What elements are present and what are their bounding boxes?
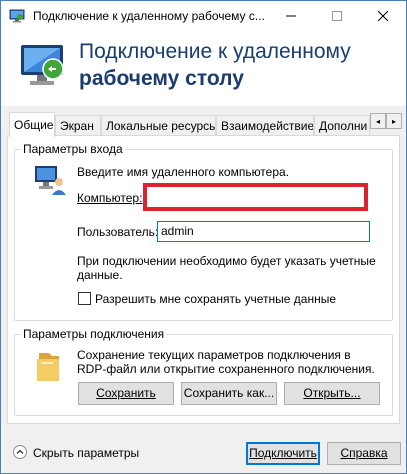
title-bar[interactable]: Подключение к удаленному рабочему с... — [1, 1, 406, 31]
computer-label: Компьютер: — [77, 191, 143, 205]
save-credentials-checkbox[interactable] — [78, 292, 91, 305]
header-banner: Подключение к удаленному рабочему столу — [1, 31, 406, 106]
credentials-note-line1: При подключении необходимо будет указать… — [77, 254, 376, 268]
credentials-note-line2: данные. — [77, 268, 123, 282]
save-credentials-label[interactable]: Разрешить мне сохранять учетные данные — [95, 292, 336, 306]
tab-strip: Общие Экран Локальные ресурсы Взаимодейс… — [1, 106, 406, 138]
save-button[interactable]: Сохранить — [78, 382, 174, 405]
computer-user-icon — [35, 166, 66, 195]
connect-button[interactable]: Подключить — [246, 442, 320, 465]
connection-group-title: Параметры подключения — [21, 327, 167, 341]
help-button-label: Справка — [340, 446, 388, 460]
open-button-label: Открыть... — [303, 386, 361, 400]
rdp-description-line2: RDP-файл или открытие сохраненного подкл… — [77, 362, 375, 376]
general-tab-panel: Параметры входа Введите имя удаленного к… — [7, 135, 400, 424]
tab-experience[interactable]: Взаимодействие — [216, 115, 314, 137]
login-group-title: Параметры входа — [21, 142, 125, 156]
computer-prompt-text: Введите имя удаленного компьютера. — [77, 165, 290, 179]
minimize-icon — [286, 15, 296, 17]
user-label: Пользователь: — [77, 225, 159, 239]
tab-advanced[interactable]: Дополни — [314, 115, 370, 137]
save-button-label: Сохранить — [96, 386, 156, 400]
banner-title-line2: рабочему столу — [79, 67, 244, 90]
window-title: Подключение к удаленному рабочему с... — [33, 9, 265, 23]
close-button[interactable] — [360, 1, 406, 31]
rdp-window: Подключение к удаленному рабочему с... П… — [0, 0, 407, 474]
open-button[interactable]: Открыть... — [284, 382, 380, 405]
tab-scroll-left-button[interactable]: ◂ — [370, 113, 386, 129]
tab-scroll-right-button[interactable]: ▸ — [386, 113, 402, 129]
tab-local-resources[interactable]: Локальные ресурсы — [101, 115, 216, 137]
maximize-icon — [332, 11, 342, 21]
tab-general[interactable]: Общие — [9, 112, 55, 138]
remote-desktop-icon — [9, 9, 25, 23]
chevron-up-icon[interactable] — [13, 445, 27, 459]
minimize-button[interactable] — [268, 1, 314, 31]
save-as-button-label: Сохранить как... — [183, 386, 275, 400]
rdp-description-line1: Сохранение текущих параметров подключени… — [77, 348, 351, 362]
hide-options-link[interactable]: Скрыть параметры — [33, 446, 139, 460]
banner-title-line1: Подключение к удаленному — [79, 40, 351, 63]
connection-settings-group: Параметры подключения Сохранение текущих… — [14, 327, 393, 416]
login-settings-group: Параметры входа Введите имя удаленного к… — [14, 142, 393, 321]
remote-desktop-icon — [21, 45, 64, 85]
connect-button-label: Подключить — [249, 446, 317, 460]
help-button[interactable]: Справка — [327, 442, 401, 465]
computer-field[interactable] — [143, 183, 368, 211]
chevron-right-icon: ▸ — [391, 116, 396, 126]
close-icon — [378, 11, 388, 21]
save-as-button[interactable]: Сохранить как... — [181, 382, 277, 405]
folder-icon — [37, 353, 59, 381]
tab-display[interactable]: Экран — [55, 115, 101, 137]
maximize-button[interactable] — [314, 1, 360, 31]
user-field[interactable]: admin — [157, 221, 370, 242]
chevron-left-icon: ◂ — [375, 116, 380, 126]
